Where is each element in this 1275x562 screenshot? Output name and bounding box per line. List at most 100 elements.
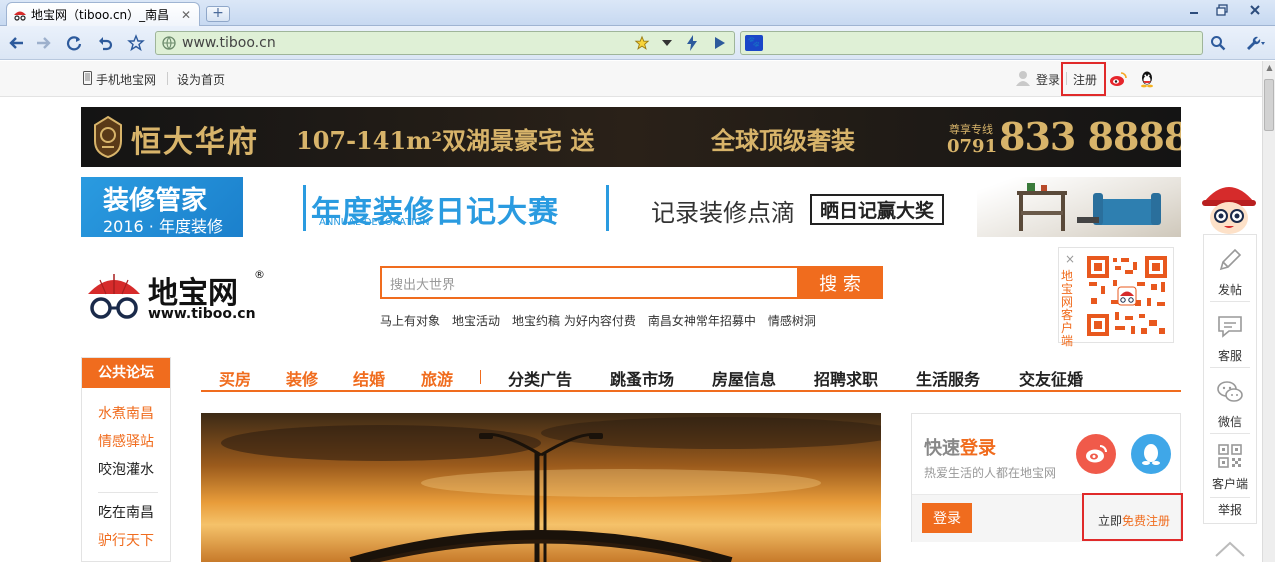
close-window-icon[interactable] [1239,0,1271,20]
featured-hero-image[interactable] [201,413,881,562]
app-qr-box: × 地宝网客户端 [1058,247,1174,348]
decoration-contest-banner[interactable]: 装修管家 2016 · 年度装修 年度装修日记大赛 ANNUAL DECORAT… [81,177,1181,237]
login-link[interactable]: 登录 [1036,71,1060,88]
logo-trademark: ® [254,268,265,281]
banner-slogan: 107-141m²双湖景豪宅 送 [296,126,595,155]
go-play-icon[interactable] [708,31,732,55]
site-favicon-icon [14,11,26,21]
browser-search-icon[interactable] [1205,31,1231,55]
quick-login-title-highlight: 登录 [960,438,996,459]
wrench-settings-icon[interactable] [1240,31,1270,55]
qq-login-button[interactable] [1131,434,1171,474]
back-arrow-icon[interactable] [5,31,29,55]
wechat-button[interactable]: 微信 [1204,377,1256,430]
set-homepage-link[interactable]: 设为首页 [177,71,225,88]
report-label: 举报 [1217,503,1242,517]
minimize-icon[interactable] [1181,0,1207,20]
wechat-label: 微信 [1217,415,1242,429]
vertical-scrollbar[interactable]: ▲ [1262,61,1275,562]
weibo-icon [1086,445,1107,463]
nav-item-decoration[interactable]: 装修 [286,366,318,390]
customer-service-button[interactable]: 客服 [1204,311,1256,364]
divider [98,492,158,493]
chat-bubble-icon [1215,311,1245,341]
reload-icon[interactable] [62,31,86,55]
banner-brand: 恒大华府 [131,125,259,160]
hot-keyword-link[interactable]: 地宝活动 [452,312,500,329]
hot-keyword-link[interactable]: 南昌女神常年招募中 [648,312,756,329]
forum-link[interactable]: 咬泡灌水 [98,456,170,484]
forum-title: 公共论坛 [82,358,170,388]
lightning-icon[interactable] [680,31,704,55]
qr-close-icon[interactable]: × [1065,252,1075,266]
tab-close-icon[interactable]: ✕ [179,8,193,22]
main-category-nav: 买房 装修 结婚 旅游 分类广告 跳蚤市场 房屋信息 招聘求职 生活服务 交友征… [201,358,1181,392]
post-button[interactable]: 发帖 [1204,245,1256,298]
hot-keywords: 马上有对象 地宝活动 地宝约稿 为好内容付费 南昌女神常年招募中 情感树洞 [380,312,816,329]
search-engine-paw-icon[interactable]: 🐾 [745,35,763,51]
divider [167,72,168,85]
nav-item-housing[interactable]: 房屋信息 [712,366,776,390]
tab-title: 地宝网（tiboo.cn）_南昌 [31,8,170,22]
public-forum-panel: 公共论坛 水煮南昌 情感驿站 咬泡灌水 吃在南昌 驴行天下 [81,357,171,562]
nav-item-buy-house[interactable]: 买房 [219,366,251,390]
client-app-button[interactable]: 客户端 [1204,441,1256,492]
undo-icon[interactable] [93,31,117,55]
logo-url: www.tiboo.cn [148,306,256,322]
event-title-en: ANNUAL DECORATION [319,217,430,228]
divider [1210,497,1250,498]
scrollbar-thumb[interactable] [1264,79,1274,131]
nav-item-jobs[interactable]: 招聘求职 [814,366,878,390]
hot-keyword-link[interactable]: 地宝约稿 为好内容付费 [512,312,636,329]
favorite-star-icon[interactable] [630,31,654,55]
forum-link[interactable]: 情感驿站 [98,428,170,456]
furniture-image [977,177,1181,237]
banner-slogan-2: 全球顶级奢装 [711,126,855,155]
search-input[interactable]: 搜出大世界 [380,266,798,299]
site-logo[interactable]: 地宝网 ® www.tiboo.cn [86,268,276,328]
forum-link[interactable]: 水煮南昌 [98,400,170,428]
evergrande-ad-banner[interactable]: 恒大华府 107-141m²双湖景豪宅 送 全球顶级奢装 尊享专线 0791 8… [81,107,1181,167]
pencil-icon [1215,245,1245,275]
nav-item-dating[interactable]: 交友征婚 [1019,366,1083,390]
maximize-icon[interactable] [1209,0,1235,20]
qq-penguin-icon[interactable] [1139,70,1155,88]
weibo-login-button[interactable] [1076,434,1116,474]
nav-item-travel[interactable]: 旅游 [421,366,453,390]
evergrande-emblem-icon [94,115,122,159]
browser-tab-bar: 地宝网（tiboo.cn）_南昌 ✕ + [0,0,1275,26]
quick-login-title-prefix: 快速 [924,438,960,459]
qr-label: 地宝网客户端 [1061,269,1074,348]
scroll-up-icon[interactable]: ▲ [1263,61,1275,75]
weibo-icon[interactable] [1109,71,1127,87]
dropdown-arrow-icon[interactable] [655,31,679,55]
search-engine-box[interactable]: 🐾 [740,31,1203,55]
user-icon [1016,71,1030,86]
nav-item-wedding[interactable]: 结婚 [353,366,385,390]
search-button[interactable]: 搜 索 [797,266,883,299]
new-tab-button[interactable]: + [206,6,230,22]
client-label: 客户端 [1211,477,1248,491]
forum-link[interactable]: 驴行天下 [98,527,170,555]
divider [1210,301,1250,302]
browser-tab[interactable]: 地宝网（tiboo.cn）_南昌 ✕ [6,2,200,26]
hotline-label: 尊享专线 [949,123,993,136]
nav-item-flea-market[interactable]: 跳蚤市场 [610,366,674,390]
post-label: 发帖 [1217,283,1242,297]
deco-manager-subtitle: 2016 · 年度装修 [103,217,223,236]
nav-item-life-service[interactable]: 生活服务 [916,366,980,390]
back-to-top-icon[interactable] [1212,536,1248,562]
mobile-site-link[interactable]: 手机地宝网 [96,71,156,88]
nav-item-classifieds[interactable]: 分类广告 [508,366,572,390]
bookmark-star-icon[interactable] [124,31,148,55]
forum-link[interactable]: 吃在南昌 [98,499,170,527]
hot-keyword-link[interactable]: 情感树洞 [768,312,816,329]
login-button[interactable]: 登录 [922,503,972,533]
hotline-area-code: 0791 [947,136,998,157]
deco-manager-block: 装修管家 2016 · 年度装修 [81,177,243,237]
deco-manager-title: 装修管家 [103,186,208,216]
report-button[interactable]: 举报 [1204,501,1256,518]
forward-arrow-icon[interactable] [31,31,55,55]
hot-keyword-link[interactable]: 马上有对象 [380,312,440,329]
register-highlight-box [1061,62,1106,96]
